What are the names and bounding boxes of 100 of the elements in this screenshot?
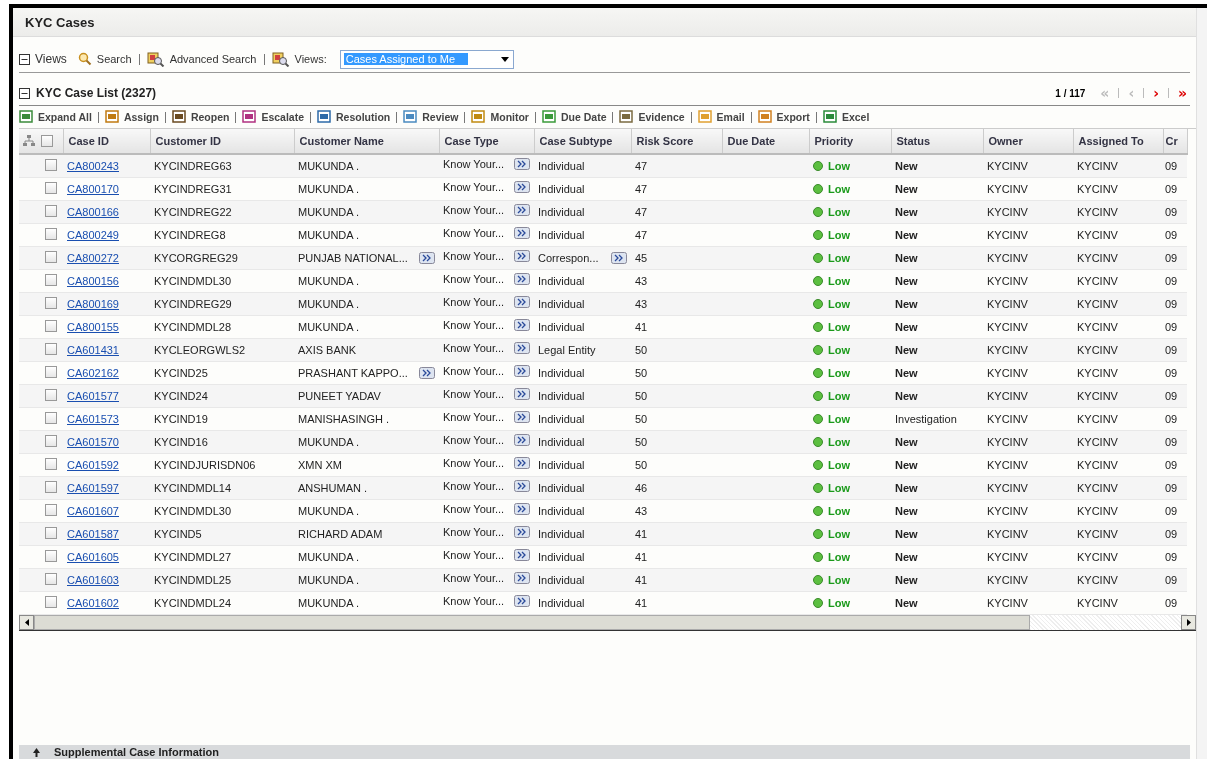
double-chevron-button[interactable] <box>514 319 530 331</box>
row-checkbox[interactable] <box>45 320 57 332</box>
row-checkbox[interactable] <box>45 550 57 562</box>
column-header[interactable]: Case Subtype <box>534 129 631 154</box>
double-chevron-button[interactable] <box>514 273 530 285</box>
row-checkbox[interactable] <box>45 458 57 470</box>
case-id-link[interactable]: CA601607 <box>67 505 119 517</box>
column-header[interactable]: Due Date <box>722 129 809 154</box>
double-chevron-button[interactable] <box>514 480 530 492</box>
table-cell: 41 <box>631 568 722 592</box>
case-id-link[interactable]: CA601592 <box>67 459 119 471</box>
toolbar-button[interactable]: Escalate <box>242 110 305 124</box>
row-checkbox[interactable] <box>45 412 57 424</box>
double-chevron-button[interactable] <box>514 342 530 354</box>
row-checkbox[interactable] <box>45 274 57 286</box>
case-id-link[interactable]: CA601602 <box>67 597 119 609</box>
row-checkbox[interactable] <box>45 297 57 309</box>
double-chevron-button[interactable] <box>514 595 530 607</box>
toolbar-button[interactable]: Export <box>757 110 810 124</box>
row-checkbox[interactable] <box>45 228 57 240</box>
table-cell: KYCINDJURISDN06 <box>150 453 294 477</box>
row-checkbox[interactable] <box>45 504 57 516</box>
toolbar-button[interactable]: Resolution <box>317 110 391 124</box>
toolbar-button[interactable]: Reopen <box>171 110 230 124</box>
scroll-left-button[interactable] <box>19 615 34 630</box>
table-cell: KYCINV <box>983 568 1073 592</box>
row-checkbox[interactable] <box>45 182 57 194</box>
row-checkbox[interactable] <box>45 343 57 355</box>
pager-button[interactable]: » <box>1174 85 1190 101</box>
case-id-link[interactable]: CA800156 <box>67 275 119 287</box>
collapse-icon[interactable] <box>19 53 30 65</box>
double-chevron-button[interactable] <box>514 181 530 193</box>
collapsed-panel-bar[interactable]: Supplemental Case Information <box>19 745 1190 759</box>
double-chevron-button[interactable] <box>514 365 530 377</box>
toolbar-button[interactable]: Expand All <box>19 110 92 124</box>
horizontal-scrollbar[interactable] <box>19 615 1196 631</box>
arrow-up-icon[interactable] <box>33 747 40 757</box>
double-chevron-button[interactable] <box>514 204 530 216</box>
row-checkbox[interactable] <box>45 205 57 217</box>
table-cell: KYCINV <box>983 246 1073 270</box>
column-header[interactable]: Case ID <box>63 129 150 154</box>
case-id-link[interactable]: CA602162 <box>67 367 119 379</box>
scroll-right-button[interactable] <box>1181 615 1196 630</box>
row-checkbox[interactable] <box>45 159 57 171</box>
column-header[interactable]: Risk Score <box>631 129 722 154</box>
select-all-checkbox[interactable] <box>41 135 53 147</box>
column-header[interactable]: Cr <box>1163 129 1187 154</box>
toolbar-button[interactable]: Email <box>697 110 745 124</box>
double-chevron-button[interactable] <box>514 388 530 400</box>
table-cell: KYCINV <box>1073 361 1163 385</box>
column-header[interactable]: Owner <box>983 129 1073 154</box>
toolbar-button[interactable]: Assign <box>104 110 159 124</box>
double-chevron-button[interactable] <box>514 411 530 423</box>
column-header[interactable]: Priority <box>809 129 891 154</box>
toolbar-button[interactable]: Review <box>403 110 459 124</box>
row-checkbox[interactable] <box>45 389 57 401</box>
double-chevron-button[interactable] <box>514 526 530 538</box>
double-chevron-button[interactable] <box>611 252 627 264</box>
toolbar-button[interactable]: Excel <box>822 110 870 124</box>
double-chevron-button[interactable] <box>419 367 435 379</box>
column-header[interactable]: Customer Name <box>294 129 439 154</box>
double-chevron-button[interactable] <box>514 250 530 262</box>
double-chevron-button[interactable] <box>514 296 530 308</box>
table-cell: 50 <box>631 384 722 408</box>
double-chevron-button[interactable] <box>514 503 530 515</box>
case-id-link[interactable]: CA601573 <box>67 413 119 425</box>
vertical-scrollbar[interactable] <box>1196 8 1207 759</box>
double-chevron-button[interactable] <box>514 158 530 170</box>
double-chevron-button[interactable] <box>419 252 435 264</box>
table-cell: 09 <box>1163 315 1187 339</box>
row-checkbox[interactable] <box>45 527 57 539</box>
table-cell: KYCINV <box>983 177 1073 201</box>
collapse-icon[interactable] <box>19 87 30 99</box>
column-header[interactable]: Customer ID <box>150 129 294 154</box>
case-id-link[interactable]: CA800155 <box>67 321 119 333</box>
column-header[interactable]: Assigned To <box>1073 129 1163 154</box>
double-chevron-button[interactable] <box>514 457 530 469</box>
double-chevron-button[interactable] <box>514 572 530 584</box>
pager-button[interactable]: › <box>1150 85 1162 101</box>
row-checkbox[interactable] <box>45 366 57 378</box>
row-checkbox[interactable] <box>45 573 57 585</box>
advanced-search-link[interactable]: Advanced Search <box>169 53 257 65</box>
toolbar-button[interactable]: Evidence <box>619 110 685 124</box>
search-link[interactable]: Search <box>96 53 132 65</box>
double-chevron-button[interactable] <box>514 434 530 446</box>
row-checkbox[interactable] <box>45 435 57 447</box>
double-chevron-button[interactable] <box>514 549 530 561</box>
row-checkbox[interactable] <box>45 481 57 493</box>
row-checkbox[interactable] <box>45 251 57 263</box>
case-id-link[interactable]: CA800249 <box>67 229 119 241</box>
column-header[interactable]: Case Type <box>439 129 534 154</box>
double-chevron-button[interactable] <box>514 227 530 239</box>
priority-text: Low <box>828 551 850 563</box>
toolbar-button[interactable]: Due Date <box>541 110 607 124</box>
case-id-link[interactable]: CA601605 <box>67 551 119 563</box>
column-header[interactable]: Status <box>891 129 983 154</box>
case-id-link[interactable]: CA800170 <box>67 183 119 195</box>
row-checkbox[interactable] <box>45 596 57 608</box>
toolbar-button[interactable]: Monitor <box>471 110 529 124</box>
table-cell: Know Your... <box>443 388 505 400</box>
